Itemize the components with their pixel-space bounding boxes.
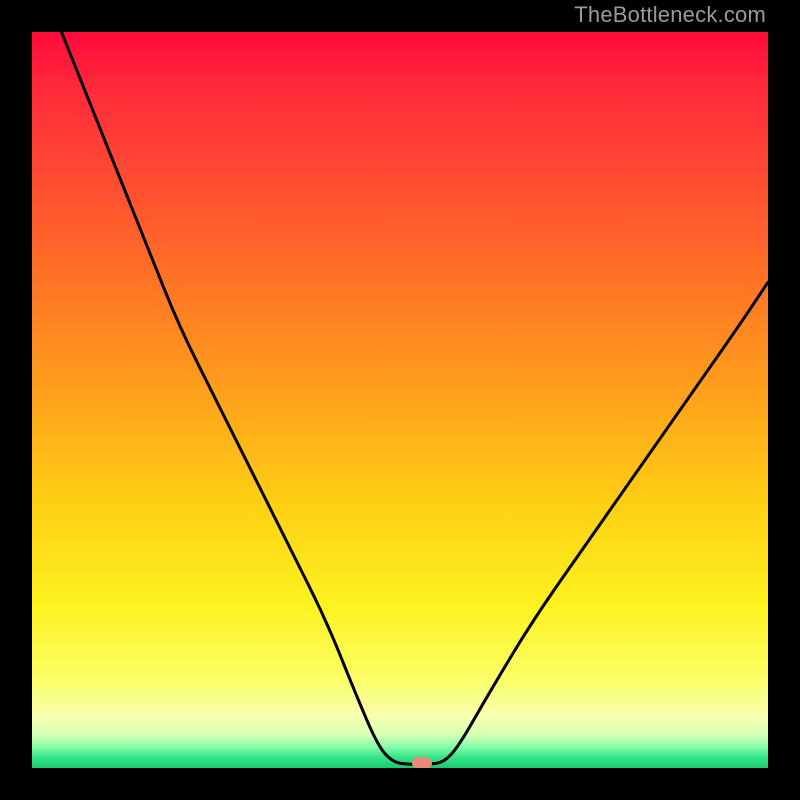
- bottleneck-curve: [32, 32, 768, 768]
- plot-area: [32, 32, 768, 768]
- chart-frame: TheBottleneck.com: [0, 0, 800, 800]
- minimum-marker: [412, 757, 432, 768]
- watermark-text: TheBottleneck.com: [574, 2, 766, 28]
